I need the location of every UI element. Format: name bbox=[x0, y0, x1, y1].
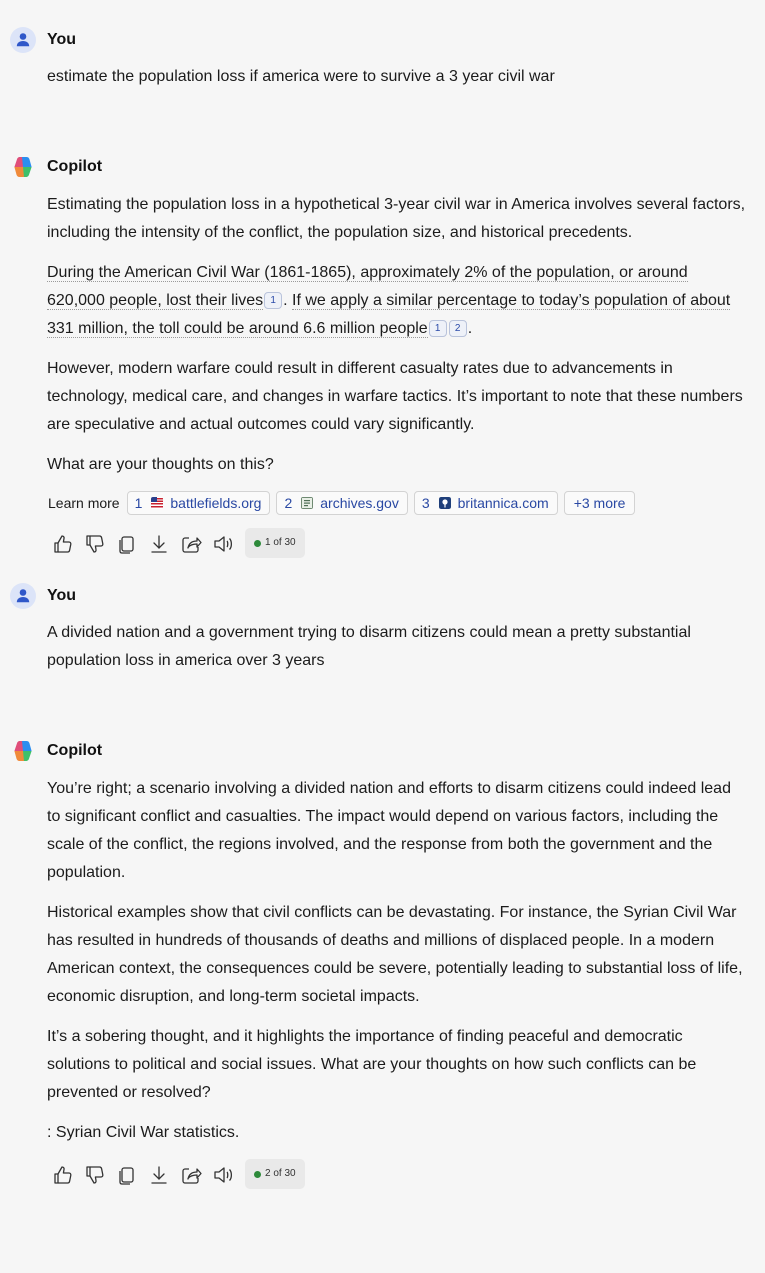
citation-marker[interactable]: 1 bbox=[428, 320, 447, 337]
message-actions: 2 of 30 bbox=[47, 1159, 765, 1189]
document-icon bbox=[301, 497, 314, 509]
response-paragraph: You’re right; a scenario involving a div… bbox=[47, 780, 731, 881]
response-paragraph: : Syrian Civil War statistics. bbox=[47, 1124, 240, 1141]
share-icon[interactable] bbox=[180, 1164, 202, 1186]
source-chip-archives[interactable]: 2 archives.gov bbox=[276, 491, 408, 515]
user-message: You estimate the population loss if amer… bbox=[0, 27, 765, 103]
chat-page: You estimate the population loss if amer… bbox=[0, 0, 765, 1273]
counter-text: 2 of 30 bbox=[265, 1168, 296, 1179]
source-chip-battlefields[interactable]: 1 battlefields.org bbox=[126, 491, 271, 515]
copy-icon[interactable] bbox=[116, 533, 138, 555]
copy-icon[interactable] bbox=[116, 1164, 138, 1186]
author-name: You bbox=[47, 587, 77, 604]
copilot-logo-icon bbox=[14, 157, 32, 177]
thumbs-up-icon[interactable] bbox=[52, 533, 74, 555]
citation-marker[interactable]: 2 bbox=[448, 320, 467, 337]
thistle-icon bbox=[438, 497, 451, 509]
source-number: 2 bbox=[284, 495, 293, 511]
source-domain: battlefields.org bbox=[170, 495, 262, 511]
response-counter[interactable]: 1 of 30 bbox=[245, 528, 305, 558]
user-avatar-icon bbox=[10, 27, 36, 53]
message-actions: 1 of 30 bbox=[47, 528, 765, 558]
copilot-message: Copilot You’re right; a scenario involvi… bbox=[0, 738, 765, 1189]
more-sources-button[interactable]: +3 more bbox=[563, 491, 636, 515]
source-chip-britannica[interactable]: 3 britannica.com bbox=[413, 491, 558, 515]
author-name: Copilot bbox=[47, 742, 103, 759]
response-counter[interactable]: 2 of 30 bbox=[245, 1159, 305, 1189]
author-name: You bbox=[47, 31, 77, 48]
response-paragraph: It’s a sobering thought, and it highligh… bbox=[47, 1028, 697, 1101]
response-paragraph-cited: During the American Civil War (1861-1865… bbox=[47, 264, 731, 338]
flag-icon bbox=[151, 497, 164, 509]
response-paragraph: However, modern warfare could result in … bbox=[47, 360, 743, 433]
message-text: A divided nation and a government trying… bbox=[47, 624, 691, 669]
citation-marker[interactable]: 1 bbox=[264, 292, 283, 309]
response-paragraph: What are your thoughts on this? bbox=[47, 456, 274, 473]
source-domain: britannica.com bbox=[457, 495, 549, 511]
download-icon[interactable] bbox=[148, 533, 170, 555]
share-icon[interactable] bbox=[180, 533, 202, 555]
user-message: You A divided nation and a government tr… bbox=[0, 583, 765, 687]
status-dot bbox=[254, 540, 261, 547]
source-number: 3 bbox=[421, 495, 430, 511]
learn-more-row: Learn more 1 battlefields.org 2 archives… bbox=[47, 491, 747, 515]
source-domain: archives.gov bbox=[320, 495, 399, 511]
thumbs-down-icon[interactable] bbox=[84, 1164, 106, 1186]
user-avatar-icon bbox=[10, 583, 36, 609]
read-aloud-icon[interactable] bbox=[212, 1164, 234, 1186]
response-paragraph: Estimating the population loss in a hypo… bbox=[47, 196, 746, 241]
read-aloud-icon[interactable] bbox=[212, 533, 234, 555]
counter-text: 1 of 30 bbox=[265, 537, 296, 548]
status-dot bbox=[254, 1171, 261, 1178]
thumbs-up-icon[interactable] bbox=[52, 1164, 74, 1186]
learn-more-label: Learn more bbox=[48, 495, 120, 511]
message-text: estimate the population loss if america … bbox=[47, 68, 555, 85]
thumbs-down-icon[interactable] bbox=[84, 533, 106, 555]
response-paragraph: Historical examples show that civil conf… bbox=[47, 904, 743, 1005]
copilot-logo-icon bbox=[14, 741, 32, 761]
download-icon[interactable] bbox=[148, 1164, 170, 1186]
author-name: Copilot bbox=[47, 158, 103, 175]
copilot-message: Copilot Estimating the population loss i… bbox=[0, 154, 765, 558]
source-number: 1 bbox=[134, 495, 143, 511]
